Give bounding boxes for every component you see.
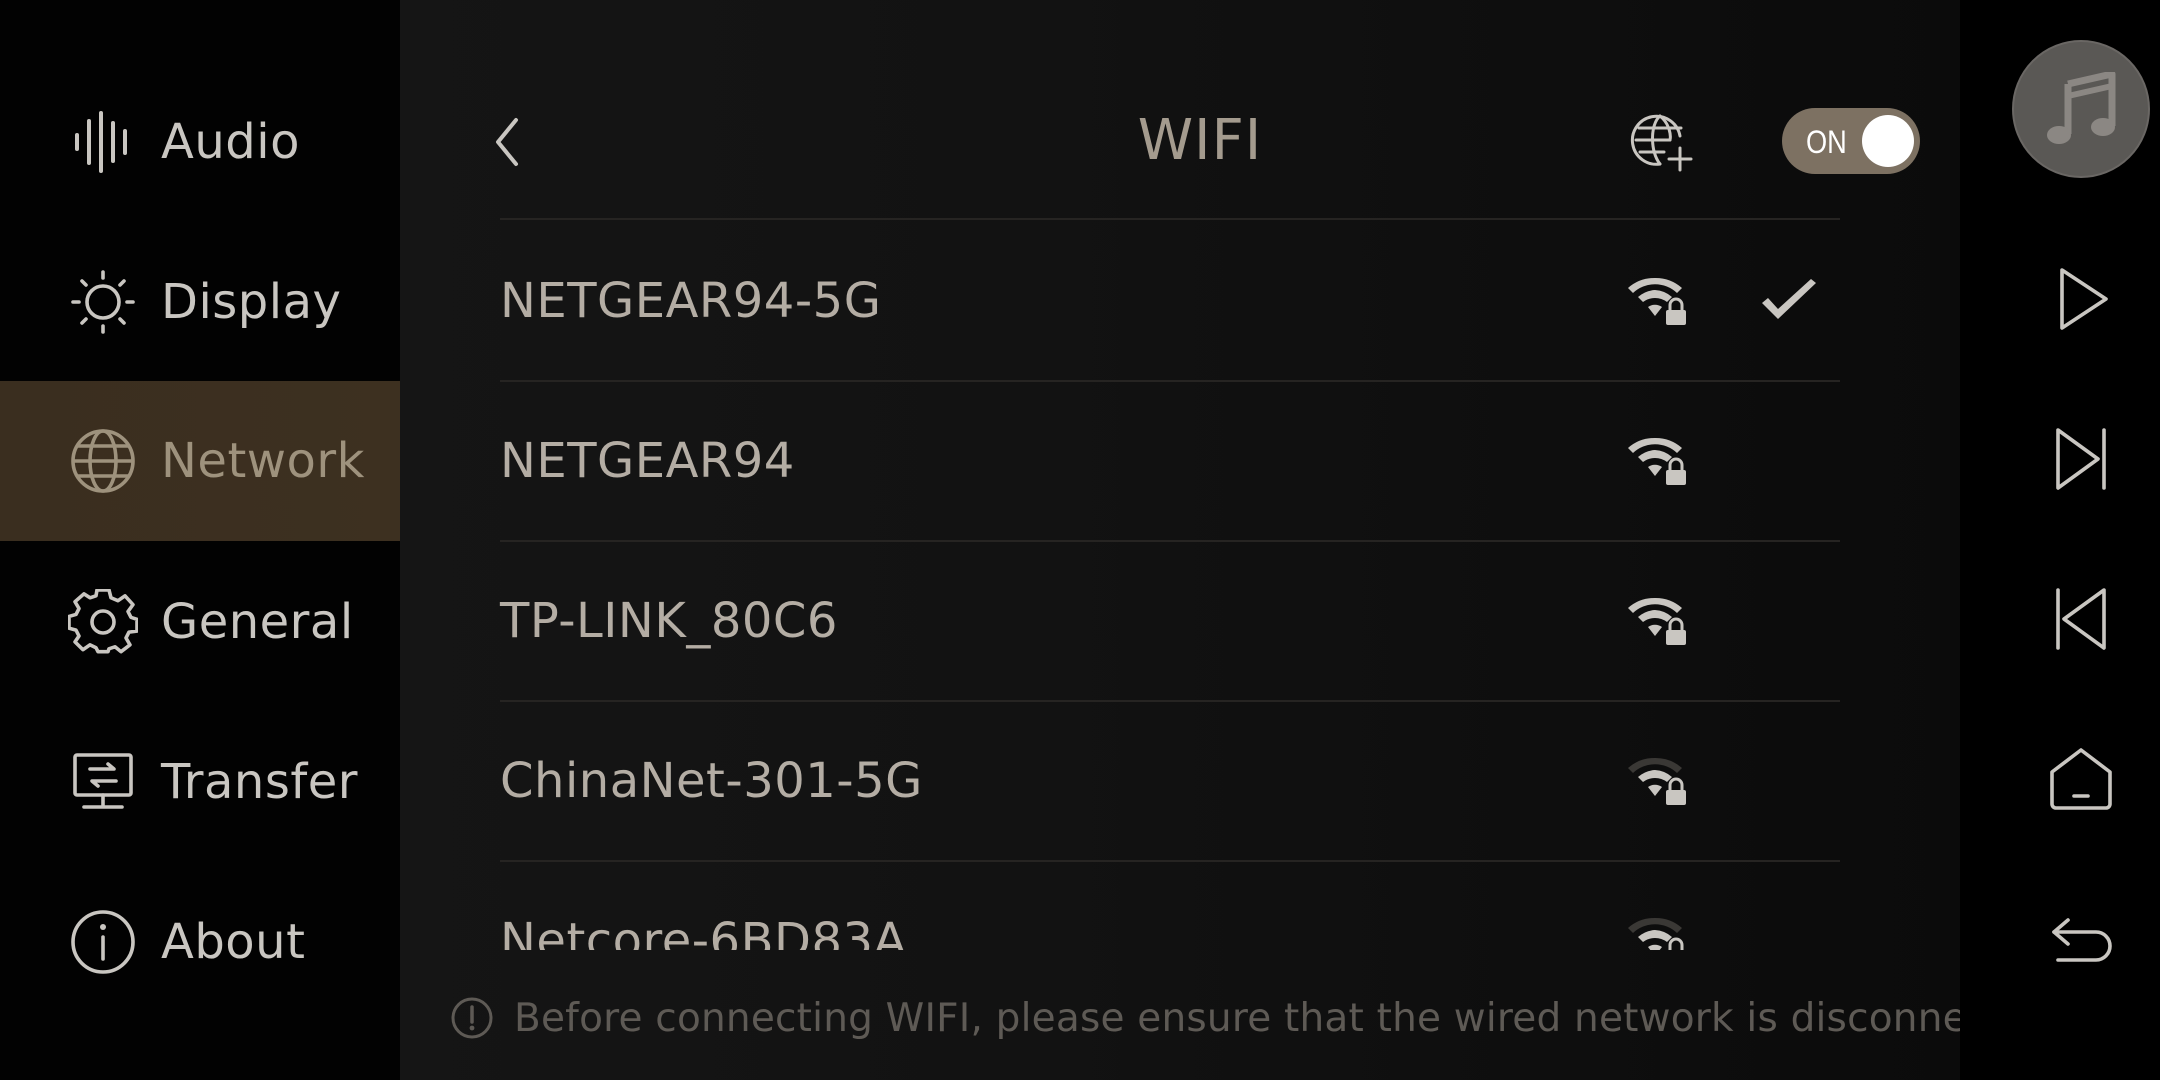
sidebar-item-general[interactable]: General (0, 542, 400, 702)
sidebar-item-audio[interactable]: Audio (0, 62, 400, 222)
info-icon (451, 997, 493, 1039)
previous-track-icon[interactable] (2048, 586, 2114, 652)
sidebar-item-label: Network (161, 433, 365, 489)
back-arrow-icon[interactable] (2048, 906, 2114, 972)
network-name: TP-LINK_80C6 (500, 593, 838, 649)
settings-sidebar: Audio Display Network General Transfer A… (0, 0, 400, 1080)
info-icon (71, 910, 135, 974)
wifi-locked-icon (1628, 277, 1686, 325)
globe-add-icon[interactable] (1630, 110, 1694, 174)
wifi-settings-panel: WIFI ON NETGEAR94-5G NETGEAR94 TP-LINK_8… (400, 0, 2053, 1080)
network-row[interactable]: ChinaNet-301-5G (500, 702, 1840, 860)
sidebar-item-label: About (161, 914, 306, 970)
sidebar-item-about[interactable]: About (0, 862, 400, 1022)
network-row[interactable]: NETGEAR94 (500, 382, 1840, 540)
wifi-locked-icon (1628, 437, 1686, 485)
network-row[interactable]: NETGEAR94-5G (500, 222, 1840, 380)
connected-check-icon (1762, 279, 1816, 319)
wifi-weak-locked-icon (1628, 917, 1684, 950)
music-note-icon (2047, 72, 2116, 144)
network-row[interactable]: Netcore-6BD83A (500, 862, 1840, 950)
transfer-icon (73, 753, 133, 809)
play-icon[interactable] (2048, 266, 2114, 332)
network-name: NETGEAR94-5G (500, 273, 882, 329)
toggle-knob (1862, 115, 1914, 167)
toggle-label: ON (1806, 124, 1847, 160)
network-list[interactable]: NETGEAR94-5G NETGEAR94 TP-LINK_80C6 Chin… (400, 220, 1960, 950)
globe-icon (71, 429, 135, 493)
sidebar-item-label: Display (161, 274, 342, 330)
next-track-icon[interactable] (2048, 426, 2114, 492)
sidebar-item-network[interactable]: Network (0, 381, 400, 541)
sidebar-item-label: Audio (161, 114, 300, 170)
network-name: ChinaNet-301-5G (500, 753, 923, 809)
wired-network-notice: Before connecting WIFI, please ensure th… (450, 990, 2053, 1046)
notice-text: Before connecting WIFI, please ensure th… (514, 995, 2054, 1041)
network-name: Netcore-6BD83A (500, 913, 907, 950)
sidebar-item-display[interactable]: Display (0, 222, 400, 382)
wifi-toggle[interactable]: ON (1782, 108, 1920, 174)
sun-icon (71, 270, 135, 334)
audio-waveform-icon (75, 111, 127, 173)
sidebar-item-transfer[interactable]: Transfer (0, 702, 400, 862)
sidebar-item-label: Transfer (161, 754, 359, 810)
playback-controls (1960, 0, 2160, 1080)
home-icon[interactable] (2048, 746, 2114, 812)
page-title: WIFI (1137, 108, 1263, 173)
wifi-weak-locked-icon (1628, 757, 1686, 805)
gear-icon (68, 589, 138, 654)
now-playing-artwork[interactable] (2012, 40, 2150, 178)
network-row[interactable]: TP-LINK_80C6 (500, 542, 1840, 700)
wifi-locked-icon (1628, 597, 1686, 645)
sidebar-item-label: General (161, 594, 354, 650)
network-name: NETGEAR94 (500, 433, 795, 489)
